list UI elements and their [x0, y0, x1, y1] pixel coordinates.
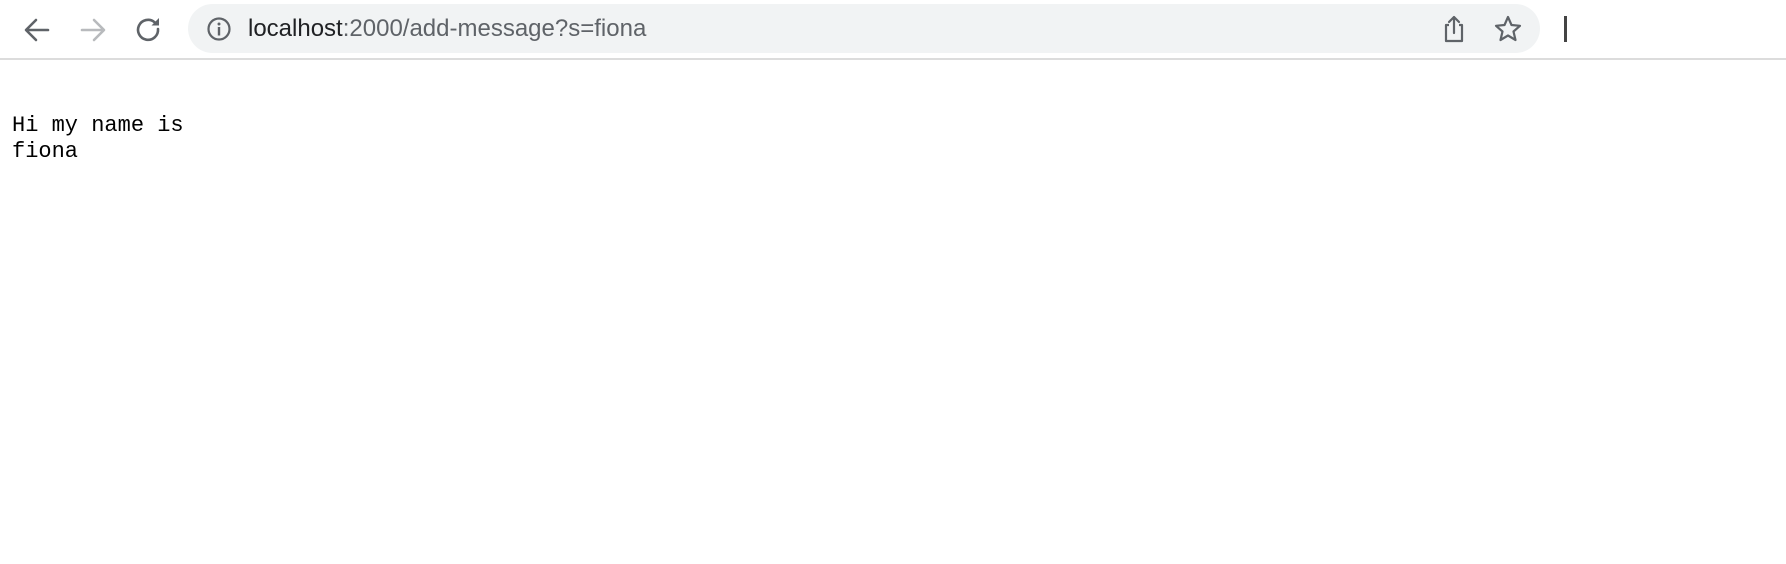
- message-line: Hi my name is: [12, 113, 184, 138]
- url-text[interactable]: localhost:2000/add-message?s=fiona: [248, 16, 646, 42]
- address-bar[interactable]: localhost:2000/add-message?s=fiona: [188, 4, 1540, 53]
- browser-toolbar: localhost:2000/add-message?s=fiona: [0, 0, 1786, 60]
- info-icon[interactable]: [206, 16, 232, 42]
- reload-button[interactable]: [129, 10, 169, 50]
- url-path: :2000/add-message?s=fiona: [342, 15, 647, 42]
- arrow-left-icon: [24, 18, 50, 42]
- reload-icon: [136, 18, 160, 42]
- arrow-right-icon: [80, 18, 106, 42]
- message-line: fiona: [12, 139, 79, 164]
- share-icon[interactable]: [1439, 14, 1469, 44]
- url-host: localhost: [248, 15, 343, 42]
- back-button[interactable]: [17, 10, 57, 50]
- page-content: Hi my name is fiona: [12, 113, 184, 165]
- forward-button[interactable]: [73, 10, 113, 50]
- toolbar-edge-divider: [1564, 16, 1567, 42]
- star-icon[interactable]: [1493, 14, 1523, 44]
